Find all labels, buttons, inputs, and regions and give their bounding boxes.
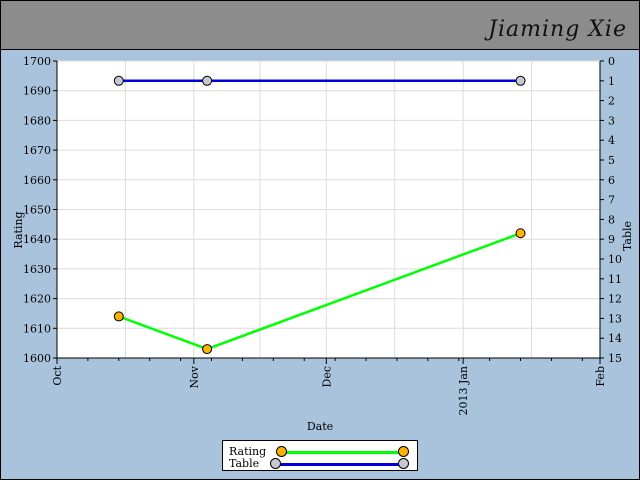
y-tick-label-left: 1670	[23, 144, 51, 157]
y-tick-label-right: 2	[608, 95, 615, 108]
y-tick-label-right: 15	[608, 352, 622, 365]
data-point-rating	[202, 344, 213, 355]
y-tick-label-right: 10	[608, 253, 622, 266]
legend-marker-rating-start	[276, 446, 287, 457]
legend: Rating Table	[222, 440, 418, 471]
data-point-rating	[515, 228, 526, 239]
y-tick-label-right: 3	[608, 114, 615, 127]
y-tick-label-right: 7	[608, 194, 615, 207]
y-tick-label-left: 1660	[23, 174, 51, 187]
y-axis-label-left: Rating	[12, 211, 25, 248]
y-tick-label-right: 4	[608, 134, 615, 147]
y-tick-label-right: 14	[608, 332, 622, 345]
y-tick-label-right: 5	[608, 154, 615, 167]
legend-line-table	[275, 463, 403, 466]
x-tick-label: 2013 Jan	[457, 366, 470, 416]
data-point-rating	[113, 311, 124, 322]
chart: 1600161016201630164016501660167016801690…	[12, 55, 634, 433]
legend-marker-table-end	[398, 458, 409, 469]
x-tick-label: Dec	[320, 366, 333, 388]
y-tick-label-right: 0	[608, 55, 615, 68]
y-tick-label-left: 1680	[23, 114, 51, 127]
y-axis-label-right: Table	[621, 221, 634, 251]
data-point-table	[113, 75, 124, 86]
data-point-table	[515, 75, 526, 86]
y-tick-label-left: 1630	[23, 263, 51, 276]
legend-marker-rating-end	[398, 446, 409, 457]
x-tick-label: Nov	[188, 365, 201, 388]
x-tick-label: Oct	[51, 365, 64, 385]
y-tick-label-left: 1600	[23, 352, 51, 365]
y-tick-label-right: 11	[608, 273, 622, 286]
y-tick-label-left: 1690	[23, 85, 51, 98]
y-tick-label-left: 1640	[23, 233, 51, 246]
y-tick-label-left: 1650	[23, 204, 51, 217]
legend-item-table: Table	[229, 458, 259, 470]
y-tick-label-right: 1	[608, 75, 615, 88]
x-axis-label: Date	[307, 420, 333, 433]
y-tick-label-left: 1620	[23, 293, 51, 306]
x-tick-label: Feb	[594, 366, 607, 387]
y-tick-label-left: 1700	[23, 55, 51, 68]
legend-label-table: Table	[229, 457, 260, 470]
data-point-table	[202, 75, 213, 86]
y-tick-label-right: 8	[608, 213, 615, 226]
y-tick-label-right: 9	[608, 233, 615, 246]
y-tick-label-right: 12	[608, 293, 622, 306]
y-tick-label-left: 1610	[23, 322, 51, 335]
legend-line-rating	[281, 451, 403, 454]
legend-marker-table-start	[270, 458, 281, 469]
y-tick-label-right: 13	[608, 312, 622, 325]
y-tick-label-right: 6	[608, 174, 615, 187]
chart-window: Jiaming Xie 1600 1610 1620 1630 1640 1650 1660…	[0, 0, 640, 480]
